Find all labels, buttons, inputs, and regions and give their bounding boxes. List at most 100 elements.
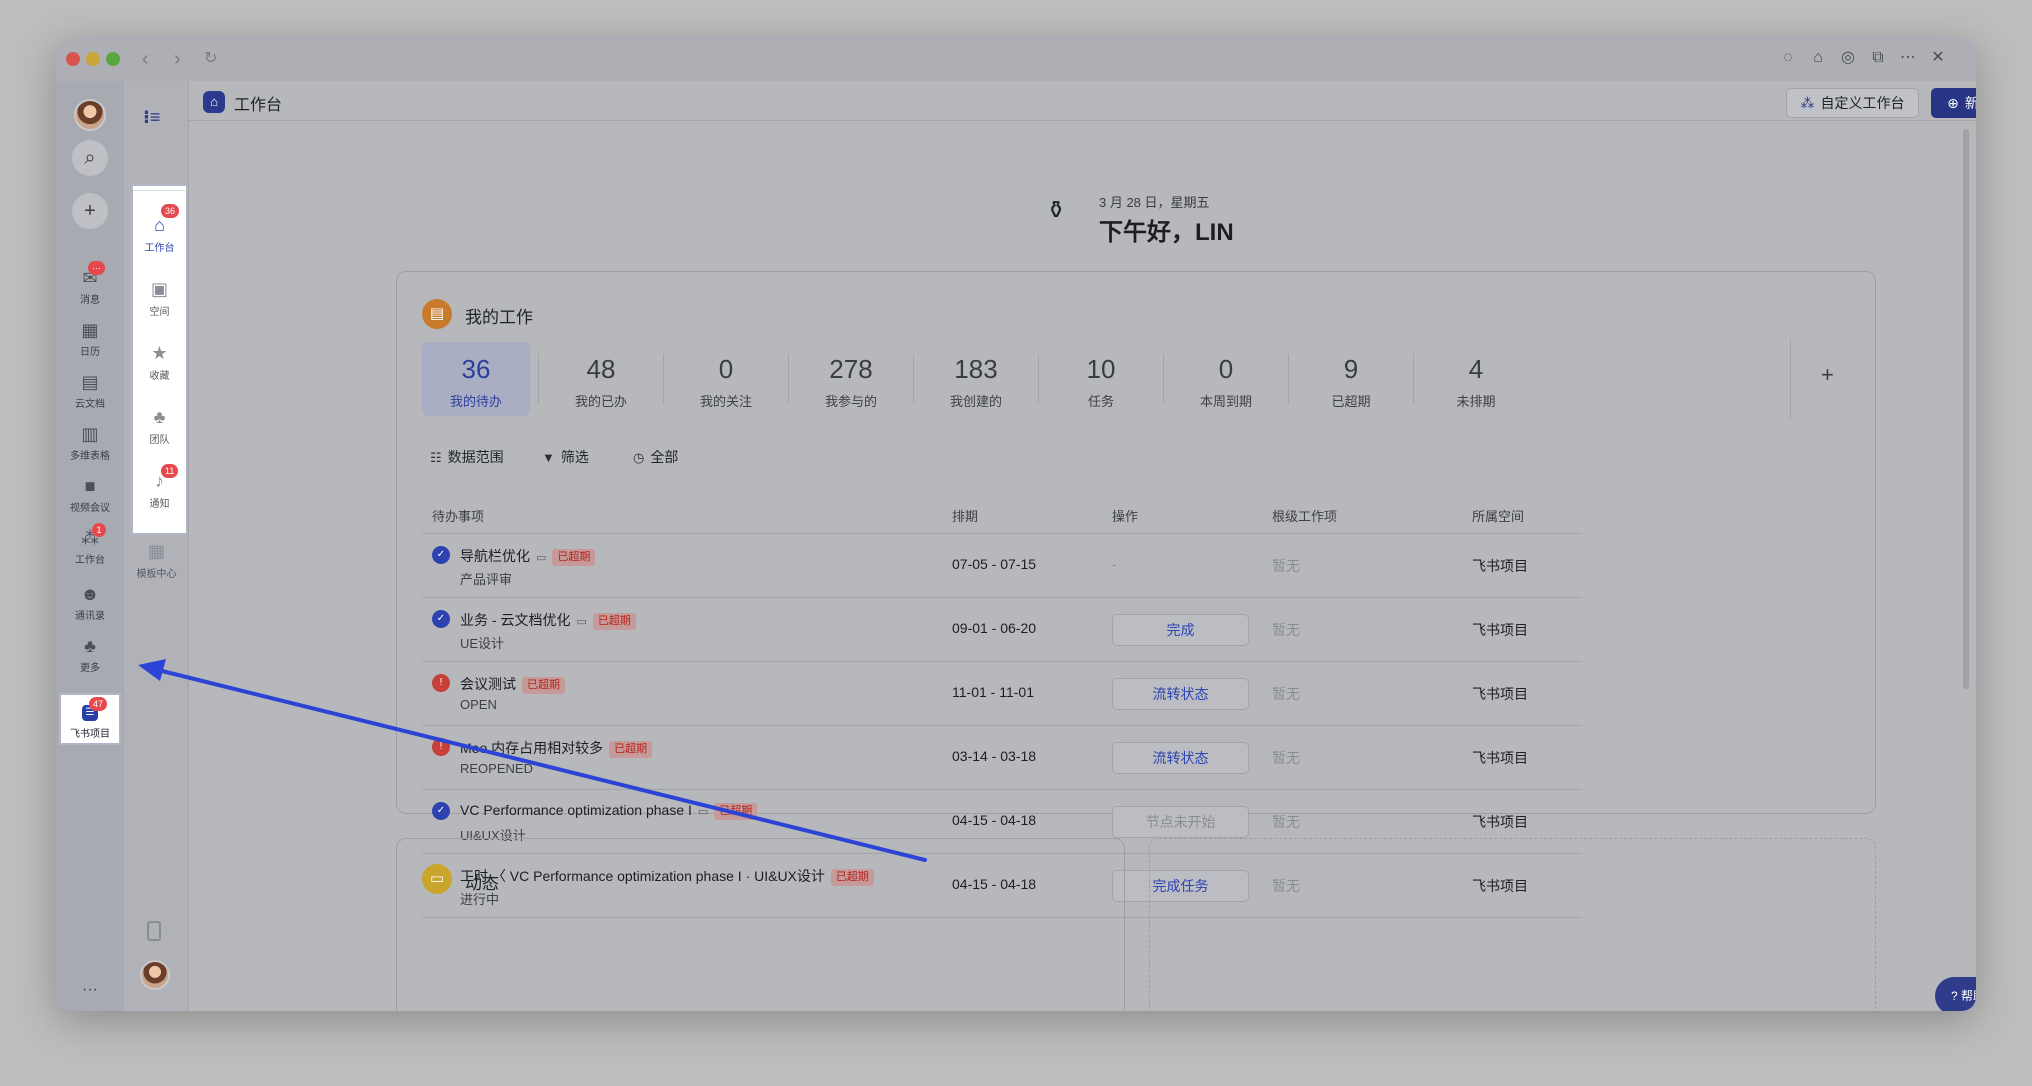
search-icon[interactable]: ⌕ [72,140,108,176]
messages-badge: ··· [88,261,105,275]
sidebar-item-feishu-project[interactable]: ☰ 飞书项目 47 [59,693,121,745]
check-icon: ✓ [432,610,450,628]
sidebar-item-templates[interactable]: ▦ 模板中心 [124,540,189,580]
card-title: 动态 [465,874,499,893]
work-icon: ▤ [422,299,452,329]
avatar[interactable] [74,99,106,131]
stat-following[interactable]: 0 我的关注 [672,342,780,416]
stat-divider [1790,338,1791,420]
customize-workplace-button[interactable]: ⁂ 自定义工作台 [1786,88,1919,118]
help-button[interactable]: ? 帮助 [1935,977,1976,1011]
workplace-badge: 1 [92,523,106,537]
table-icon: ▥ [81,424,99,444]
stat-divider [913,354,914,404]
table-row[interactable]: ✓ 业务 - 云文档优化 ▭ 已超期 UE设计 09-01 - 06-20 完成 暂… [422,598,1582,662]
plus-circle-icon: ⊕ [1947,95,1959,111]
add-icon[interactable]: + [72,193,108,229]
inbox-icon: ▭ [422,864,452,894]
table-header: 待办事项 排期 操作 根级工作项 所属空间 [422,494,1582,534]
my-work-card: ▤ 我的工作 36 我的待办 48 我的已办 0 我的关注 278 我参与的 183 我创… [396,271,1876,918]
document-icon: ▤ [81,372,99,392]
space-icon: ▣ [150,279,168,299]
primary-sidebar: ⌕ + ✉ 消息 ··· ▦ 日历 ▤ 云文档 ▥ 多维表格 ■ 视频会议 ⁂ … [56,81,124,1011]
stat-divider [663,354,664,404]
table-row[interactable]: ✓ 导航栏优化 ▭ 已超期 产品评审 07-05 - 07-15 - 暂无 飞书项目 [422,534,1582,598]
status-badge: 已超期 [552,549,596,566]
feishu-project-logo-icon: ⁝≡ [143,107,161,127]
list-icon: ☷ [430,450,442,465]
bug-icon: ! [432,674,450,692]
status-badge: 已超期 [592,613,636,630]
stat-done[interactable]: 48 我的已办 [547,342,655,416]
more-dots-icon[interactable]: ··· [56,981,124,999]
chat-bubble-icon[interactable]: ◌ [1777,47,1799,69]
sidebar-item-messages[interactable]: ✉ 消息 ··· [56,261,124,306]
comment-icon: ▭ [576,616,587,628]
secondary-nav-highlight: ⌂ 工作台 36 ▣ 空间 ★ 收藏 ♣ 团队 ♪ 通知 11 [131,184,188,535]
window-zoom-dot[interactable] [106,52,120,66]
funnel-icon: ▼ [542,450,555,465]
data-range-filter[interactable]: ☷ 数据范围 [430,447,504,467]
robot-icon[interactable]: ⌂ [1807,47,1829,69]
status-badge: 已超期 [609,741,653,758]
sidebar-item-notifications[interactable]: ♪ 通知 11 [127,464,192,510]
sidebar-item-favorites[interactable]: ★ 收藏 [127,342,192,382]
new-button[interactable]: ⊕新建 [1931,88,1976,118]
all-filter[interactable]: ◷ 全部 [633,447,678,467]
sidebar-item-workplace[interactable]: ⌂ 工作台 36 [127,204,192,254]
sidebar-item-docs[interactable]: ▤ 云文档 [56,371,124,410]
filter-button[interactable]: ▼ 筛选 [542,447,589,467]
window-minimize-dot[interactable] [86,52,100,66]
bug-icon: ! [432,738,450,756]
divider [133,190,186,191]
title-bar: ‹ › ↻ ◌ ⌂ ◎ ⧉ ⋯ ✕ [56,37,1976,81]
node-not-started-button[interactable]: 节点未开始 [1112,806,1249,838]
greeting-text: 下午好，LIN [1099,219,1234,246]
new-window-icon[interactable]: ⧉ [1867,47,1889,69]
more-icon[interactable]: ⋯ [1897,47,1919,69]
compass-icon[interactable]: ◎ [1837,47,1859,69]
app-window: ‹ › ↻ ◌ ⌂ ◎ ⧉ ⋯ ✕ ⌕ + ✉ 消息 ··· ▦ 日历 ▤ 云文… [56,37,1976,1011]
stat-unscheduled[interactable]: 4 未排期 [1422,342,1530,416]
back-button[interactable]: ‹ [142,46,149,72]
clock-icon: ◷ [633,450,645,465]
avatar[interactable] [140,960,170,990]
stat-my-todo[interactable]: 36 我的待办 [422,342,530,416]
window-close-dot[interactable] [66,52,80,66]
table-row[interactable]: ! Meo 内存占用相对较多 已超期 REOPENED 03-14 - 03-18… [422,726,1582,790]
complete-button[interactable]: 完成 [1112,614,1249,646]
reload-button[interactable]: ↻ [204,46,217,72]
add-stat-button[interactable]: + [1821,362,1834,388]
contacts-icon: ☻ [80,584,100,604]
stat-participated[interactable]: 278 我参与的 [797,342,905,416]
page-header: ⌂ 工作台 ⁂自定义工作台 ⊕新建 [189,81,1976,121]
bell-icon: ♪ [155,471,164,491]
stat-overdue[interactable]: 9 已超期 [1297,342,1405,416]
phone-icon[interactable] [147,921,161,941]
sidebar-item-space[interactable]: ▣ 空间 [127,278,192,318]
comment-icon: ▭ [697,806,709,818]
sidebar-item-calendar[interactable]: ▦ 日历 [56,319,124,358]
close-icon[interactable]: ✕ [1927,47,1949,69]
sidebar-item-workplace[interactable]: ⁂ 工作台 1 [56,523,124,566]
table-row[interactable]: ! 会议测试 已超期 OPEN 11-01 - 11-01 流转状态 暂无 飞书项… [422,662,1582,726]
star-icon: ★ [151,343,168,363]
empty-card-slot[interactable] [1149,838,1876,1011]
team-icon: ♣ [153,407,166,427]
sidebar-item-more[interactable]: ♣ 更多 [56,635,124,674]
forward-button[interactable]: › [174,46,181,72]
card-title: 我的工作 [465,308,533,327]
scrollbar[interactable] [1963,129,1969,689]
transition-status-button[interactable]: 流转状态 [1112,678,1249,710]
sidebar-item-video[interactable]: ■ 视频会议 [56,475,124,514]
transition-status-button[interactable]: 流转状态 [1112,742,1249,774]
sidebar-item-contacts[interactable]: ☻ 通讯录 [56,583,124,622]
stat-tasks[interactable]: 10 任务 [1047,342,1155,416]
vase-icon: ⚱ [1046,197,1067,224]
question-icon: ? [1950,989,1958,1003]
sidebar-item-base[interactable]: ▥ 多维表格 [56,423,124,462]
stat-due-this-week[interactable]: 0 本周到期 [1172,342,1280,416]
sidebar-item-team[interactable]: ♣ 团队 [127,406,192,446]
grid-icon: ⁂ [1800,95,1815,111]
stat-created[interactable]: 183 我创建的 [922,342,1030,416]
